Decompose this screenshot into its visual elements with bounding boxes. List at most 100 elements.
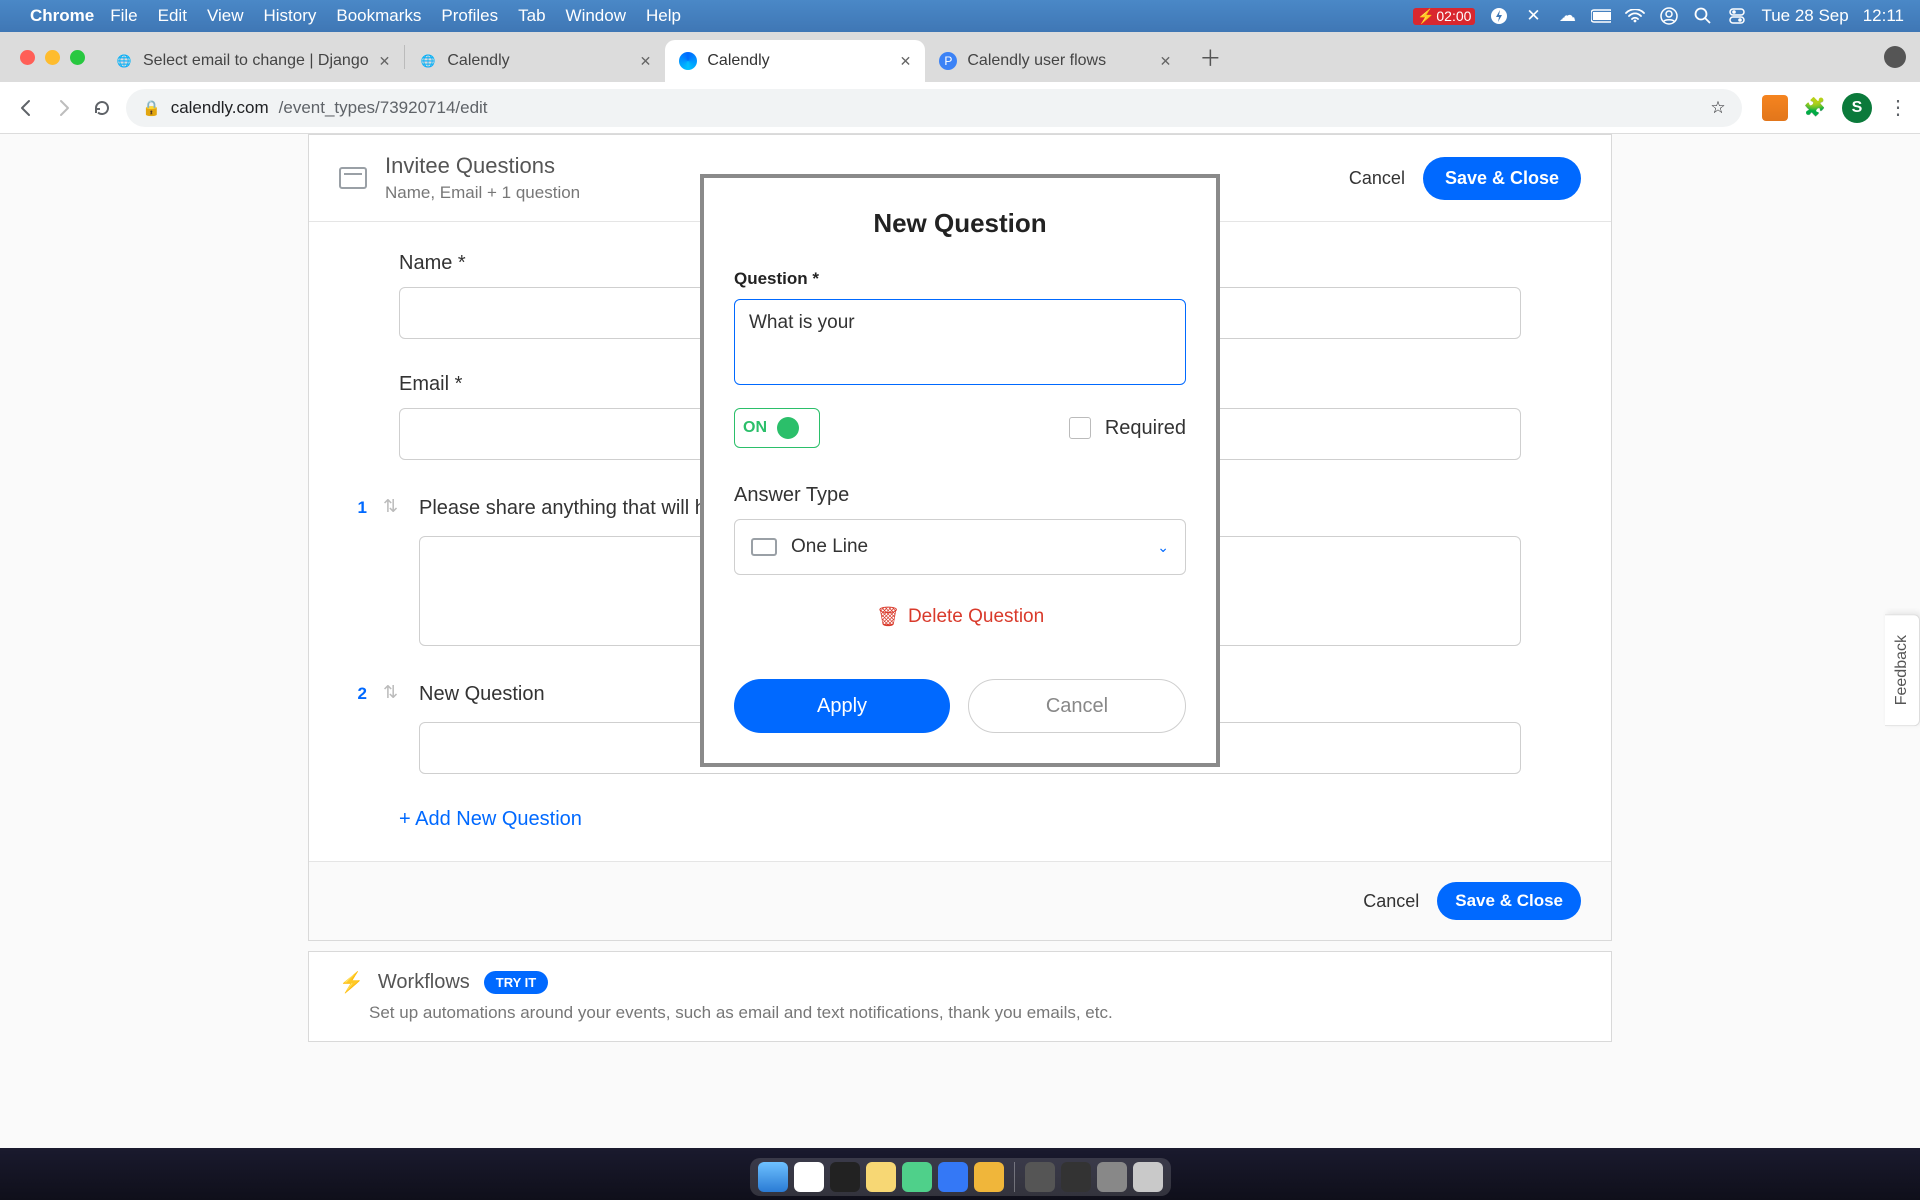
window-controls <box>8 32 101 82</box>
dock-terminal-icon[interactable] <box>830 1162 860 1192</box>
menu-window[interactable]: Window <box>566 6 626 26</box>
modal-overlay: New Question Question * ON Required Answ… <box>0 174 1920 767</box>
dock-app-icon[interactable] <box>1061 1162 1091 1192</box>
card-footer: Cancel Save & Close <box>309 861 1611 940</box>
dock-app-icon[interactable] <box>974 1162 1004 1192</box>
address-bar[interactable]: 🔒 calendly.com/event_types/73920714/edit… <box>126 89 1742 127</box>
dock-trash-icon[interactable] <box>1133 1162 1163 1192</box>
macos-dock-area <box>0 1148 1920 1200</box>
answer-type-value: One Line <box>791 536 868 558</box>
chrome-chrome: 🌐 Select email to change | Django ✕ 🌐 Ca… <box>0 32 1920 134</box>
macos-menubar: Chrome File Edit View History Bookmarks … <box>0 0 1920 32</box>
header-cancel-link[interactable]: Cancel <box>1349 168 1405 189</box>
footer-save-close-button[interactable]: Save & Close <box>1437 882 1581 920</box>
menu-bookmarks[interactable]: Bookmarks <box>336 6 421 26</box>
globe-icon: 🌐 <box>115 52 133 70</box>
one-line-icon <box>751 538 777 556</box>
forward-button[interactable] <box>50 94 78 122</box>
delete-question-label: Delete Question <box>908 606 1044 628</box>
new-tab-button[interactable]: ＋ <box>1193 40 1227 74</box>
question-field-label: Question * <box>734 269 1186 289</box>
tab-title: Calendly <box>707 52 769 70</box>
window-zoom-icon[interactable] <box>70 50 85 65</box>
menu-tab[interactable]: Tab <box>518 6 545 26</box>
wifi-icon[interactable] <box>1625 6 1645 26</box>
menubar-status-area: ⚡02:00 ✕ ☁ Tue 28 Sep 12:11 <box>1413 6 1904 26</box>
menubar-clock[interactable]: 12:11 <box>1863 6 1904 26</box>
toggle-knob-icon <box>777 417 799 439</box>
page-viewport: Invitee Questions Name, Email + 1 questi… <box>0 134 1920 1148</box>
bolt-icon: ⚡ <box>339 970 364 995</box>
metamask-extension-icon[interactable] <box>1762 95 1788 121</box>
dock-chrome-icon[interactable] <box>794 1162 824 1192</box>
menu-edit[interactable]: Edit <box>158 6 187 26</box>
header-save-close-button[interactable]: Save & Close <box>1423 157 1581 200</box>
star-icon[interactable]: ☆ <box>1710 98 1725 118</box>
tool-icon[interactable]: ✕ <box>1523 6 1543 26</box>
calendly-favicon-icon <box>679 52 697 70</box>
spotlight-search-icon[interactable] <box>1693 6 1713 26</box>
tab-django[interactable]: 🌐 Select email to change | Django ✕ <box>101 40 404 82</box>
profile-avatar[interactable]: S <box>1842 93 1872 123</box>
new-question-modal: New Question Question * ON Required Answ… <box>700 174 1220 767</box>
tab-userflows[interactable]: P Calendly user flows ✕ <box>925 40 1185 82</box>
dock-app-icon[interactable] <box>938 1162 968 1192</box>
workflows-card[interactable]: ⚡ Workflows TRY IT Set up automations ar… <box>308 951 1612 1042</box>
window-minimize-icon[interactable] <box>45 50 60 65</box>
chrome-menu-icon[interactable]: ⋮ <box>1888 95 1908 120</box>
form-icon <box>339 167 367 189</box>
window-close-icon[interactable] <box>20 50 35 65</box>
dock-notes-icon[interactable] <box>866 1162 896 1192</box>
dock-app-icon[interactable] <box>1025 1162 1055 1192</box>
drag-handle-icon[interactable]: ⇅ <box>383 680 397 703</box>
required-checkbox-row[interactable]: Required <box>1069 417 1186 440</box>
close-icon[interactable]: ✕ <box>640 53 652 70</box>
back-button[interactable] <box>12 94 40 122</box>
menu-view[interactable]: View <box>207 6 244 26</box>
apply-button[interactable]: Apply <box>734 679 950 733</box>
feedback-tab[interactable]: Feedback <box>1885 614 1920 726</box>
question-number: 2 <box>341 680 367 704</box>
close-icon[interactable]: ✕ <box>900 53 912 70</box>
try-it-badge[interactable]: TRY IT <box>484 971 548 994</box>
footer-cancel-link[interactable]: Cancel <box>1363 891 1419 912</box>
tab-calendly-active[interactable]: Calendly ✕ <box>665 40 925 82</box>
section-title: Invitee Questions <box>385 153 580 179</box>
chevron-down-icon: ⌄ <box>1157 539 1169 556</box>
dock-finder-icon[interactable] <box>758 1162 788 1192</box>
tab-calendly-1[interactable]: 🌐 Calendly ✕ <box>405 40 665 82</box>
reload-button[interactable] <box>88 94 116 122</box>
menu-profiles[interactable]: Profiles <box>441 6 498 26</box>
control-center-icon[interactable] <box>1727 6 1747 26</box>
question-textarea[interactable] <box>734 299 1186 385</box>
menu-history[interactable]: History <box>263 6 316 26</box>
extensions-icon[interactable]: 🧩 <box>1804 97 1826 118</box>
bolt-circle-icon[interactable] <box>1489 6 1509 26</box>
battery-status-icon[interactable]: ⚡02:00 <box>1413 8 1475 25</box>
user-circle-icon[interactable] <box>1659 6 1679 26</box>
close-icon[interactable]: ✕ <box>379 53 391 70</box>
menubar-date[interactable]: Tue 28 Sep <box>1761 6 1848 26</box>
menu-file[interactable]: File <box>110 6 137 26</box>
menubar-app-name[interactable]: Chrome <box>30 6 94 26</box>
cancel-button[interactable]: Cancel <box>968 679 1186 733</box>
delete-question-link[interactable]: 🗑 Delete Question <box>876 605 1044 629</box>
dock-app-icon[interactable] <box>1097 1162 1127 1192</box>
question-enabled-toggle[interactable]: ON <box>734 408 820 448</box>
toggle-label: ON <box>743 419 767 437</box>
cloud-icon[interactable]: ☁ <box>1557 6 1577 26</box>
required-checkbox[interactable] <box>1069 417 1091 439</box>
battery-icon[interactable] <box>1591 6 1611 26</box>
dock-app-icon[interactable] <box>902 1162 932 1192</box>
close-icon[interactable]: ✕ <box>1160 53 1172 70</box>
url-host: calendly.com <box>171 98 269 118</box>
tab-overflow-icon[interactable] <box>1884 46 1906 68</box>
answer-type-select[interactable]: One Line ⌄ <box>734 519 1186 575</box>
lock-icon: 🔒 <box>142 99 161 117</box>
workflows-subtitle: Set up automations around your events, s… <box>369 1003 1581 1023</box>
add-new-question-link[interactable]: + Add New Question <box>399 808 1521 831</box>
modal-title: New Question <box>734 208 1186 239</box>
menu-help[interactable]: Help <box>646 6 681 26</box>
drag-handle-icon[interactable]: ⇅ <box>383 494 397 517</box>
question-number: 1 <box>341 494 367 518</box>
